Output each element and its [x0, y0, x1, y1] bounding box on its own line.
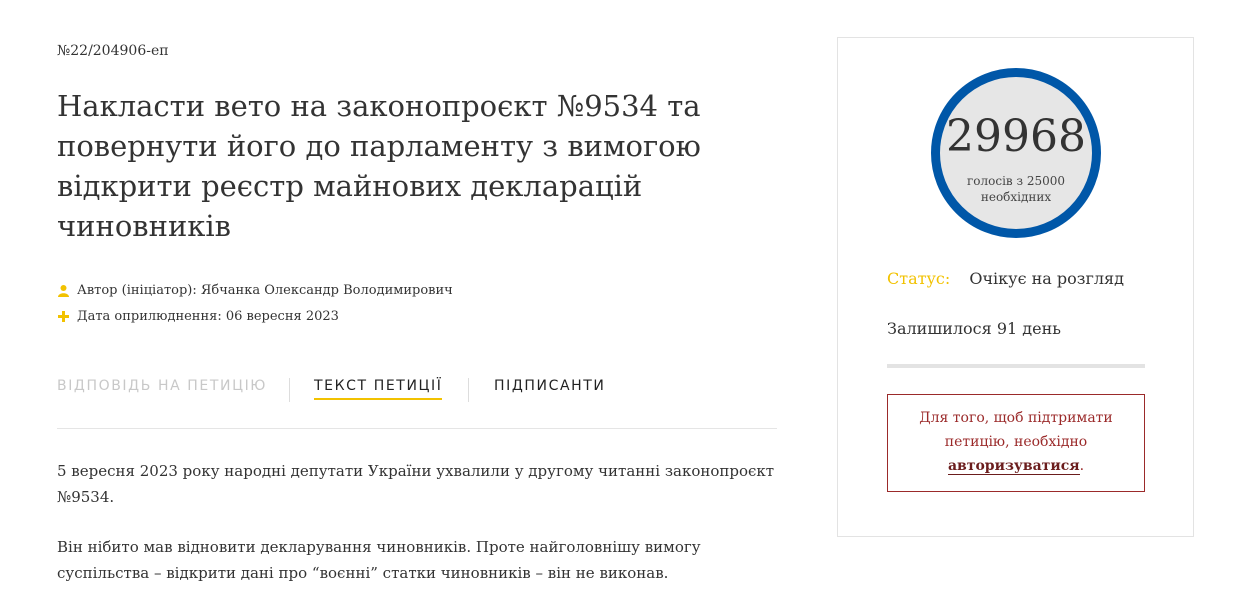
user-icon — [57, 284, 69, 297]
login-suffix: . — [1079, 458, 1085, 474]
login-link[interactable]: авторизуватися — [947, 458, 1080, 475]
tab-petition-text[interactable]: Текст петиції — [314, 378, 443, 400]
tab-signers[interactable]: Підписанти — [494, 378, 606, 398]
tab-divider — [468, 378, 469, 402]
login-notice: Для того, щоб підтримати петицію, необхі… — [887, 394, 1145, 492]
progress-bar — [887, 364, 1145, 368]
votes-caption: голосів з 25000 необхідних — [966, 174, 1066, 204]
plus-icon — [57, 311, 69, 322]
progress-fill — [887, 364, 1145, 368]
login-prefix: Для того, щоб підтримати петицію, необхі… — [919, 410, 1113, 450]
petition-number: №22/204906-еп — [57, 43, 169, 59]
status-label: Статус: — [887, 269, 951, 288]
meta-date: Дата оприлюднення: 06 вересня 2023 — [57, 309, 339, 324]
tab-divider — [289, 378, 290, 402]
author-text: Автор (ініціатор): Ябчанка Олександр Вол… — [77, 283, 453, 298]
petition-title: Накласти вето на законопроєкт №9534 та п… — [57, 89, 701, 243]
petition-sidebar: 29968 голосів з 25000 необхідних Статус:… — [837, 37, 1194, 537]
votes-count: 29968 — [946, 111, 1086, 162]
status-value: Очікує на розгляд — [969, 269, 1124, 288]
days-remaining: Залишилося 91 день — [887, 319, 1061, 338]
petition-paragraph: 5 вересня 2023 року народні депутати Укр… — [57, 462, 775, 506]
petition-tabs: Відповідь на петицію Текст петиції Підпи… — [57, 378, 777, 429]
status-row: Статус: Очікує на розгляд — [887, 269, 1124, 288]
petition-paragraph: Він нібито мав відновити декларування чи… — [57, 538, 701, 582]
date-text: Дата оприлюднення: 06 вересня 2023 — [77, 309, 339, 324]
votes-counter: 29968 голосів з 25000 необхідних — [931, 68, 1101, 238]
meta-author: Автор (ініціатор): Ябчанка Олександр Вол… — [57, 283, 453, 298]
tab-response: Відповідь на петицію — [57, 378, 268, 394]
